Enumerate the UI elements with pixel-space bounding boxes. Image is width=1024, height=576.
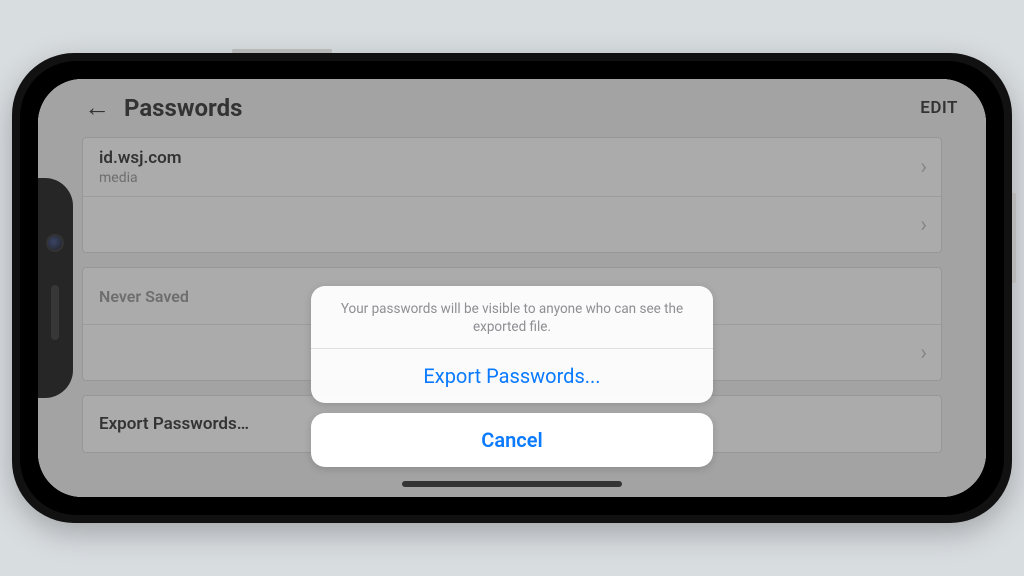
phone-frame: ← Passwords EDIT id.wsj.com media › — [12, 53, 1012, 523]
phone-inner-bezel: ← Passwords EDIT id.wsj.com media › — [20, 61, 1004, 515]
export-passwords-button[interactable]: Export Passwords... — [311, 348, 713, 403]
action-sheet: Your passwords will be visible to anyone… — [311, 286, 713, 467]
phone-side-button — [1012, 193, 1016, 283]
action-sheet-card: Your passwords will be visible to anyone… — [311, 286, 713, 403]
cancel-button[interactable]: Cancel — [311, 413, 713, 467]
phone-top-button — [232, 49, 332, 53]
screen: ← Passwords EDIT id.wsj.com media › — [38, 79, 986, 497]
sheet-message: Your passwords will be visible to anyone… — [311, 286, 713, 348]
